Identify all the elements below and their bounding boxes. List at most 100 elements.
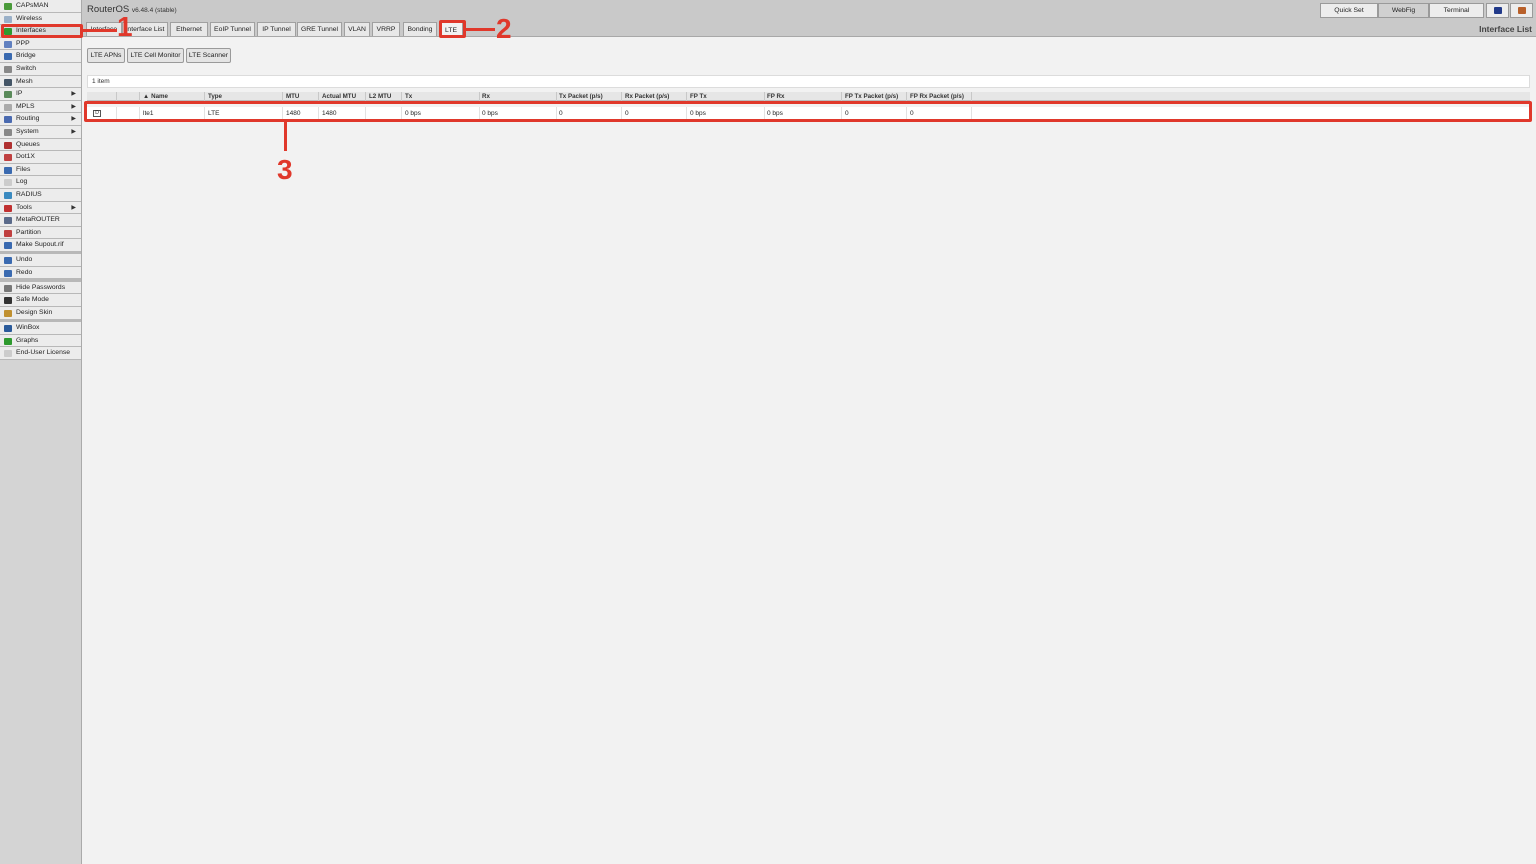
sidebar-item-files[interactable]: Files bbox=[0, 163, 81, 177]
design-skin-icon bbox=[4, 310, 12, 318]
lte-cell-monitor-button[interactable]: LTE Cell Monitor bbox=[127, 48, 184, 63]
sidebar-item-winbox[interactable]: WinBox bbox=[0, 322, 81, 335]
sidebar-item-label: Log bbox=[16, 178, 28, 186]
sidebar-item-hide-passwords[interactable]: Hide Passwords bbox=[0, 281, 81, 295]
sidebar-item-undo[interactable]: Undo bbox=[0, 254, 81, 267]
sidebar-item-label: Make Supout.rif bbox=[16, 241, 64, 249]
column-header-label: Tx bbox=[405, 93, 413, 100]
column-header-type[interactable]: Type bbox=[205, 92, 283, 101]
sidebar-item-wireless[interactable]: Wireless bbox=[0, 12, 81, 26]
metarouter-icon bbox=[4, 217, 12, 225]
sidebar-item-queues[interactable]: Queues bbox=[0, 138, 81, 152]
column-header-tx-packet-p-s[interactable]: Tx Packet (p/s) bbox=[556, 92, 622, 101]
table-row[interactable]: Dlte1 LTE 1480 1480 0 bps 0 bps 0 0 0 bps 0 bps 0 0 bbox=[87, 107, 1530, 120]
sidebar-item-label: Bridge bbox=[16, 52, 36, 60]
redo-icon bbox=[4, 269, 12, 277]
tab-ip-tunnel[interactable]: IP Tunnel bbox=[257, 22, 296, 36]
cell-tx-packet-p-s: 0 bbox=[556, 107, 622, 120]
logout-icon[interactable] bbox=[1510, 3, 1533, 18]
sidebar-item-radius[interactable]: RADIUS bbox=[0, 188, 81, 202]
annotation-number-2: 2 bbox=[496, 13, 512, 44]
sidebar-item-mpls[interactable]: MPLS ▶ bbox=[0, 100, 81, 114]
tab-gre-tunnel[interactable]: GRE Tunnel bbox=[297, 22, 342, 36]
tab-ethernet[interactable]: Ethernet bbox=[170, 22, 208, 36]
sidebar-item-ip[interactable]: IP ▶ bbox=[0, 88, 81, 101]
switch-icon bbox=[4, 65, 12, 73]
dynamic-flag: D bbox=[93, 110, 101, 117]
sidebar-item-bridge[interactable]: Bridge bbox=[0, 50, 81, 63]
sidebar-item-label: Redo bbox=[16, 268, 33, 276]
sidebar-item-switch[interactable]: Switch bbox=[0, 62, 81, 76]
sidebar-item-partition[interactable]: Partition bbox=[0, 226, 81, 240]
column-header-label: Actual MTU bbox=[322, 93, 357, 100]
sidebar-item-dot1x[interactable]: Dot1X bbox=[0, 151, 81, 164]
capsman-icon bbox=[4, 3, 12, 10]
sidebar-item-label: Hide Passwords bbox=[16, 283, 66, 291]
column-header-label: FP Rx Packet (p/s) bbox=[910, 93, 964, 100]
chevron-right-icon: ▶ bbox=[71, 116, 76, 123]
sidebar-item-graphs[interactable]: Graphs bbox=[0, 334, 81, 348]
column-header-fp-tx[interactable]: FP Tx bbox=[687, 92, 765, 101]
sidebar-item-ppp[interactable]: PPP bbox=[0, 37, 81, 51]
sidebar-item-label: Queues bbox=[16, 140, 40, 148]
annotation-number-3: 3 bbox=[277, 154, 293, 185]
save-icon[interactable] bbox=[1486, 3, 1509, 18]
column-header-l2-mtu[interactable]: L2 MTU bbox=[366, 92, 402, 101]
undo-icon bbox=[4, 257, 12, 265]
cell-fp-tx: 0 bps bbox=[687, 107, 765, 120]
terminal-button[interactable]: Terminal bbox=[1429, 3, 1484, 18]
annotation-number-1: 1 bbox=[117, 11, 133, 42]
sidebar-item-redo[interactable]: Redo bbox=[0, 266, 81, 280]
column-header-fp-tx-packet-p-s[interactable]: FP Tx Packet (p/s) bbox=[842, 92, 907, 101]
tab-vrrp[interactable]: VRRP bbox=[372, 22, 400, 36]
files-icon bbox=[4, 166, 12, 174]
sidebar-item-label: Dot1X bbox=[16, 153, 35, 161]
sort-ascending-icon: ▲ bbox=[143, 93, 150, 100]
quick-set-button[interactable]: Quick Set bbox=[1320, 3, 1378, 18]
column-header-label: Rx bbox=[482, 93, 490, 100]
column-header-mtu[interactable]: MTU bbox=[283, 92, 319, 101]
sidebar-item-tools[interactable]: Tools ▶ bbox=[0, 201, 81, 215]
webfig-button[interactable]: WebFig bbox=[1378, 3, 1429, 18]
tab-lte[interactable]: LTE bbox=[439, 22, 463, 37]
sidebar-item-safe-mode[interactable]: Safe Mode bbox=[0, 294, 81, 308]
sidebar-item-make-supout-rif[interactable]: Make Supout.rif bbox=[0, 239, 81, 252]
column-header-label: Type bbox=[208, 93, 222, 100]
sidebar-item-label: MPLS bbox=[16, 102, 35, 110]
cell-actual-mtu: 1480 bbox=[319, 107, 366, 120]
cell-tx: 0 bps bbox=[402, 107, 480, 120]
row-flag-cell[interactable]: D bbox=[87, 107, 117, 120]
dot1x-icon bbox=[4, 154, 12, 162]
column-header-fp-rx[interactable]: FP Rx bbox=[764, 92, 842, 101]
sidebar-item-label: Files bbox=[16, 165, 31, 173]
lte-scanner-button[interactable]: LTE Scanner bbox=[186, 48, 231, 63]
column-header-rx[interactable]: Rx bbox=[479, 92, 557, 101]
chevron-right-icon: ▶ bbox=[71, 91, 76, 98]
column-header-label: FP Rx bbox=[767, 93, 785, 100]
tab-bonding[interactable]: Bonding bbox=[403, 22, 437, 36]
sidebar-item-system[interactable]: System ▶ bbox=[0, 125, 81, 139]
queues-icon bbox=[4, 141, 12, 149]
sidebar-item-label: MetaROUTER bbox=[16, 216, 60, 224]
sidebar-item-log[interactable]: Log bbox=[0, 176, 81, 189]
sidebar-item-routing[interactable]: Routing ▶ bbox=[0, 113, 81, 126]
column-header-fp-rx-packet-p-s[interactable]: FP Rx Packet (p/s) bbox=[907, 92, 972, 101]
sidebar-item-metarouter[interactable]: MetaROUTER bbox=[0, 214, 81, 227]
sidebar-item-capsman[interactable]: CAPsMAN bbox=[0, 0, 81, 13]
column-header-rx-packet-p-s[interactable]: Rx Packet (p/s) bbox=[622, 92, 687, 101]
partition-icon bbox=[4, 229, 12, 237]
sidebar-item-mesh[interactable]: Mesh bbox=[0, 75, 81, 89]
column-header-label: Name bbox=[151, 93, 168, 100]
tab-eoip-tunnel[interactable]: EoIP Tunnel bbox=[210, 22, 255, 36]
sidebar-item-label: System bbox=[16, 127, 39, 135]
sidebar-item-end-user-license[interactable]: End-User License bbox=[0, 347, 81, 360]
column-header-actual-mtu[interactable]: Actual MTU bbox=[319, 92, 366, 101]
sidebar-item-interfaces[interactable]: Interfaces bbox=[0, 25, 81, 38]
column-header-label: MTU bbox=[286, 93, 300, 100]
tab-vlan[interactable]: VLAN bbox=[344, 22, 370, 36]
column-header-name[interactable]: ▲ Name bbox=[140, 92, 205, 101]
cell-fp-rx-packet-p-s: 0 bbox=[907, 107, 972, 120]
sidebar-item-design-skin[interactable]: Design Skin bbox=[0, 307, 81, 320]
lte-apns-button[interactable]: LTE APNs bbox=[87, 48, 125, 63]
column-header-tx[interactable]: Tx bbox=[402, 92, 480, 101]
